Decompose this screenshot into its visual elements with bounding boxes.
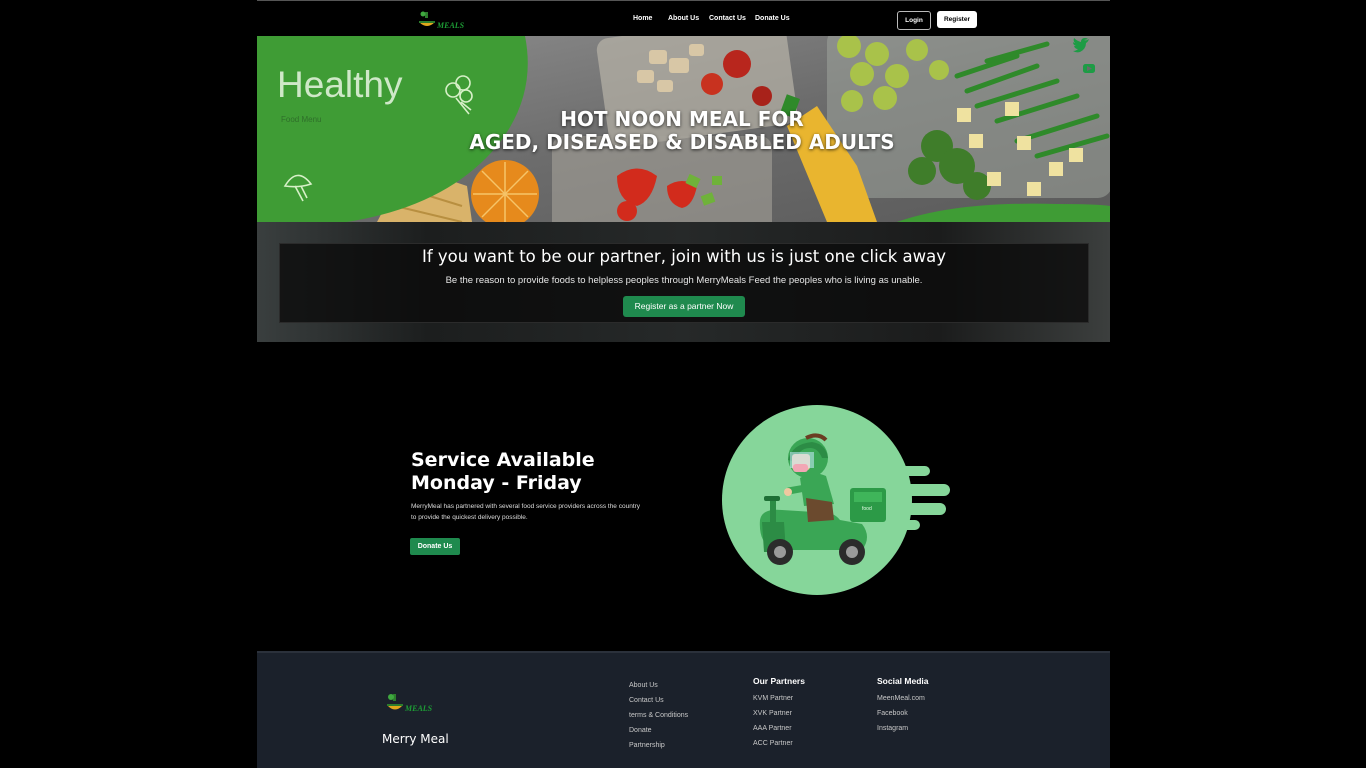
healthy-badge-title: Healthy (277, 64, 403, 105)
nav-link-contact[interactable]: Contact Us (709, 15, 746, 22)
service-description: MerryMeal has partnered with several foo… (411, 501, 681, 523)
register-button[interactable]: Register (937, 11, 977, 28)
footer-link-about[interactable]: About Us (629, 678, 688, 693)
hero-headline-line1: HOT NOON MEAL FOR (560, 107, 804, 131)
login-button[interactable]: Login (897, 11, 931, 30)
youtube-icon[interactable] (1083, 64, 1095, 73)
logo-text: MEALS (436, 21, 465, 30)
donate-us-button[interactable]: Donate Us (410, 538, 460, 555)
nav-link-home[interactable]: Home (633, 15, 652, 22)
rider-box-label: food (862, 506, 872, 512)
footer-links-column: About Us Contact Us terms & Conditions D… (629, 678, 688, 753)
footer-partner-item[interactable]: ACC Partner (753, 736, 805, 751)
footer-social-column: Social Media MeenMeal.com Facebook Insta… (877, 676, 929, 736)
footer-logo-text: MEALS (404, 704, 433, 713)
footer-social-item[interactable]: Facebook (877, 706, 929, 721)
hero-headline-line2: AGED, DISEASED & DISABLED ADULTS (469, 130, 895, 154)
service-description-line2: to provide the quickest delivery possibl… (411, 514, 528, 521)
footer-link-contact[interactable]: Contact Us (629, 693, 688, 708)
nav-link-about[interactable]: About Us (668, 15, 699, 22)
footer-brand-name: Merry Meal (382, 732, 449, 746)
footer-link-donate[interactable]: Donate (629, 723, 688, 738)
footer-partners-column: Our Partners KVM Partner XVK Partner AAA… (753, 676, 805, 751)
healthy-badge-subtitle: Food Menu (281, 115, 322, 124)
delivery-rider-illustration: food (722, 405, 950, 595)
footer-partners-heading: Our Partners (753, 676, 805, 686)
top-navbar: MEALS Home About Us Contact Us Donate Us… (257, 0, 1110, 37)
meals-logo[interactable]: MEALS (417, 9, 473, 33)
footer-meals-logo[interactable]: MEALS (385, 691, 443, 717)
partner-title: If you want to be our partner, join with… (421, 247, 947, 266)
nav-link-donate[interactable]: Donate Us (755, 15, 790, 22)
footer-social-item[interactable]: Instagram (877, 721, 929, 736)
partner-section: If you want to be our partner, join with… (257, 222, 1110, 342)
partner-subtitle: Be the reason to provide foods to helple… (445, 275, 923, 286)
footer-link-partnership[interactable]: Partnership (629, 738, 688, 753)
footer-social-item[interactable]: MeenMeal.com (877, 691, 929, 706)
footer-link-terms[interactable]: terms & Conditions (629, 708, 688, 723)
page: MEALS Home About Us Contact Us Donate Us… (257, 0, 1110, 768)
footer: MEALS Merry Meal About Us Contact Us ter… (257, 651, 1110, 768)
service-title-line2: Monday - Friday (411, 472, 582, 494)
service-title: Service Available Monday - Friday (411, 449, 595, 495)
footer-partner-item[interactable]: XVK Partner (753, 706, 805, 721)
service-description-line1: MerryMeal has partnered with several foo… (411, 503, 641, 510)
service-title-line1: Service Available (411, 449, 595, 471)
footer-partner-item[interactable]: KVM Partner (753, 691, 805, 706)
partner-box: If you want to be our partner, join with… (279, 243, 1089, 323)
footer-social-heading: Social Media (877, 676, 929, 686)
hero-banner: Healthy Food Menu HOT NOON MEAL FOR AGED… (257, 36, 1110, 222)
footer-partner-item[interactable]: AAA Partner (753, 721, 805, 736)
register-partner-button[interactable]: Register as a partner Now (623, 296, 745, 317)
